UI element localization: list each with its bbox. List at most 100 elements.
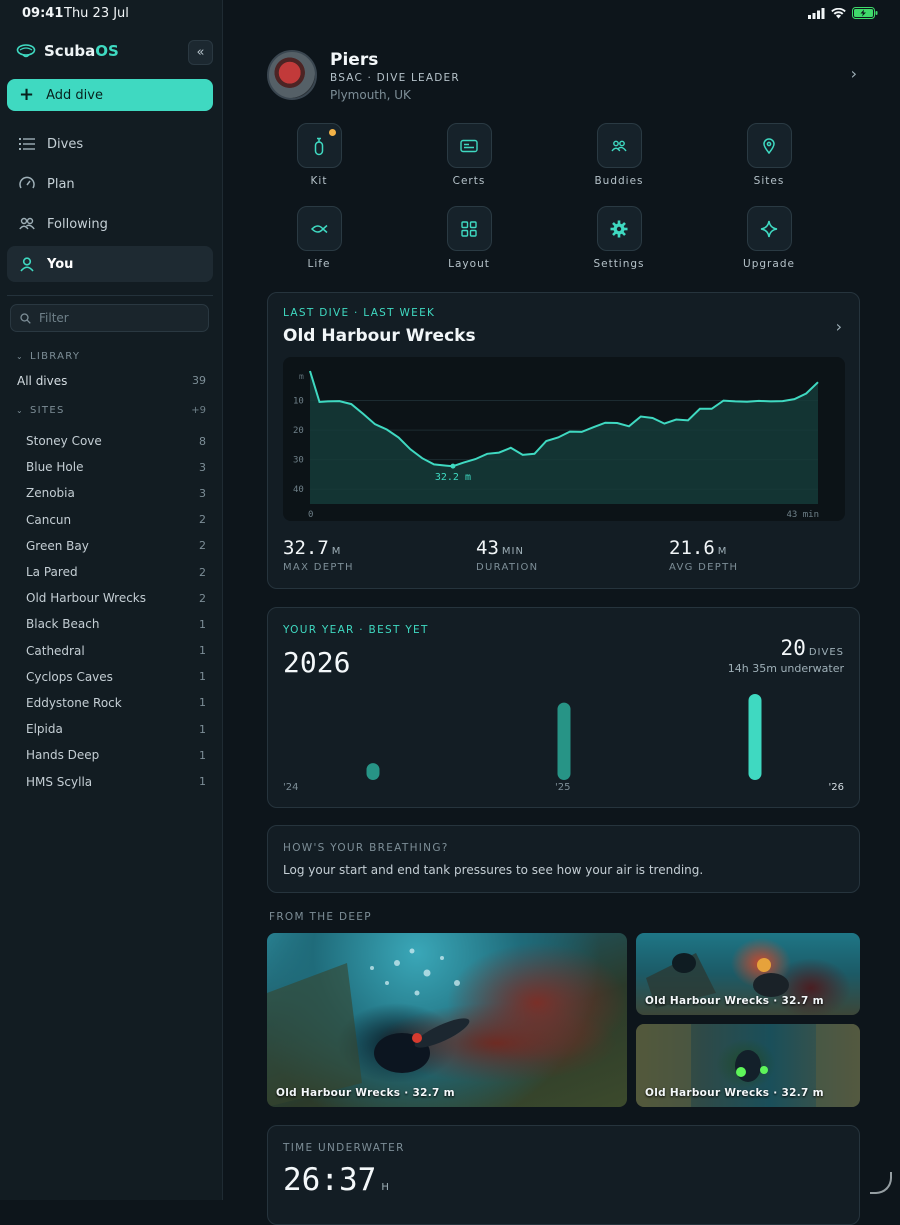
stat-unit: M (332, 546, 342, 557)
max-depth-point (450, 464, 455, 469)
site-name: Eddystone Rock (26, 696, 122, 710)
fish-icon (310, 223, 328, 235)
site-item[interactable]: Hands Deep1 (26, 742, 206, 768)
site-item[interactable]: Eddystone Rock 1 (26, 690, 206, 716)
tile-label: Certs (424, 175, 514, 187)
site-name: Cathedral (26, 644, 85, 658)
site-item[interactable]: Cancun2 (26, 507, 206, 533)
stat-label: MAX DEPTH (283, 562, 354, 573)
collapse-sidebar-button[interactable]: « (188, 40, 213, 65)
breathing-eyebrow: HOW'S YOUR BREATHING? (283, 842, 449, 854)
status-bar: 09:41 Thu 23 Jul (0, 0, 900, 28)
tile-layout[interactable]: Layout (424, 206, 514, 270)
tile-label: Kit (274, 175, 364, 187)
depth-chart-svg: m10203040043 min32.2 m (283, 357, 845, 521)
profile-name: Piers (330, 50, 378, 70)
site-item[interactable]: Stoney Cove8 (26, 428, 206, 454)
breathing-card[interactable]: HOW'S YOUR BREATHING? Log your start and… (267, 825, 860, 893)
site-item[interactable]: La Pared2 (26, 559, 206, 585)
sidebar-item-following[interactable]: Following (7, 206, 213, 242)
site-item[interactable]: Old Harbour Wrecks 2 (26, 585, 206, 611)
site-item[interactable]: Green Bay2 (26, 533, 206, 559)
tile-kit[interactable]: Kit (274, 123, 364, 187)
sites-list: Stoney Cove8Blue Hole3Zenobia3Cancun2Gre… (26, 428, 206, 795)
photo-caption: Old Harbour Wrecks · 32.7 m (645, 995, 824, 1007)
photo-top-right[interactable]: Old Harbour Wrecks · 32.7 m (636, 933, 860, 1015)
tile-sites[interactable]: Sites (724, 123, 814, 187)
last-dive-eyebrow: LAST DIVE · LAST WEEK (283, 307, 435, 319)
site-item[interactable]: Cathedral1 (26, 638, 206, 664)
sites-section-header[interactable]: ⌄ SITES +9 (16, 405, 206, 416)
depth-area (310, 371, 818, 504)
tile-buddies[interactable]: Buddies (574, 123, 664, 187)
all-dives-label: All dives (17, 374, 67, 388)
tile-certs[interactable]: Certs (424, 123, 514, 187)
tile-life[interactable]: Life (274, 206, 364, 270)
year-bar (558, 703, 571, 780)
time-underwater-card[interactable]: TIME UNDERWATER 26:37H (267, 1125, 860, 1225)
stat-duration: 43MIN DURATION (476, 537, 538, 573)
sidebar-nav: Dives Plan Following You (7, 126, 213, 286)
site-name: Hands Deep (26, 748, 99, 762)
tile-label: Settings (574, 258, 664, 270)
photo-caption: Old Harbour Wrecks · 32.7 m (276, 1087, 455, 1099)
app-name: ScubaOS (44, 42, 119, 60)
photo-caption: Old Harbour Wrecks · 32.7 m (645, 1087, 824, 1099)
add-dive-button[interactable]: + Add dive (7, 79, 213, 111)
your-year-card[interactable]: YOUR YEAR · BEST YET 2026 20DIVES 14h 35… (267, 607, 860, 808)
sidebar-item-you[interactable]: You (7, 246, 213, 282)
filter-input[interactable]: Filter (10, 304, 209, 332)
time-underwater-value: 26:37H (283, 1162, 389, 1198)
profile-header[interactable]: Piers BSAC · DIVE LEADER Plymouth, UK › (267, 50, 857, 102)
last-dive-card[interactable]: LAST DIVE · LAST WEEK Old Harbour Wrecks… (267, 292, 860, 589)
all-dives-item[interactable]: All dives 39 (17, 374, 206, 388)
cellular-signal-icon (808, 8, 825, 19)
chevron-right-icon: › (851, 64, 857, 83)
chevrons-left-icon: « (197, 45, 205, 60)
site-item[interactable]: Cyclops Caves1 (26, 664, 206, 690)
site-item[interactable]: HMS Scylla1 (26, 768, 206, 794)
site-name: Black Beach (26, 617, 99, 631)
site-name: Old Harbour Wrecks (26, 591, 146, 605)
site-count: 2 (199, 513, 206, 526)
stat-value: 32.7 (283, 537, 329, 559)
kit-badge-dot (329, 129, 336, 136)
photo-main[interactable]: Old Harbour Wrecks · 32.7 m (267, 933, 627, 1107)
sidebar-item-plan[interactable]: Plan (7, 166, 213, 202)
person-icon (19, 256, 35, 272)
site-item[interactable]: Blue Hole3 (26, 454, 206, 480)
year-bar (367, 763, 380, 780)
profile-location: Plymouth, UK (330, 88, 411, 102)
sites-more-count[interactable]: +9 (191, 405, 206, 416)
stat-unit: MIN (502, 546, 524, 557)
axis-label-26: '26 (829, 782, 844, 793)
photo-bottom-right[interactable]: Old Harbour Wrecks · 32.7 m (636, 1024, 860, 1107)
site-item[interactable]: Zenobia3 (26, 480, 206, 506)
time-separator: : (320, 1162, 339, 1198)
site-count: 1 (199, 775, 206, 788)
site-name: Cyclops Caves (26, 670, 113, 684)
main-content: Piers BSAC · DIVE LEADER Plymouth, UK › … (224, 0, 900, 1200)
app-brand[interactable]: ScubaOS (16, 42, 119, 60)
stat-avg-depth: 21.6M AVG DEPTH (669, 537, 738, 573)
sidebar: ScubaOS « + Add dive Dives Plan Followin… (0, 0, 223, 1200)
hours-unit: H (381, 1182, 389, 1193)
battery-charging-icon (852, 7, 878, 19)
site-count: 2 (199, 592, 206, 605)
site-count: 1 (199, 696, 206, 709)
site-item[interactable]: Elpida1 (26, 716, 206, 742)
tile-label: Layout (424, 258, 514, 270)
tile-upgrade[interactable]: Upgrade (724, 206, 814, 270)
stat-value: 21.6 (669, 537, 715, 559)
tile-settings[interactable]: Settings (574, 206, 664, 270)
site-name: Zenobia (26, 486, 75, 500)
chevron-down-icon: ⌄ (16, 406, 24, 415)
year-bars-chart (268, 608, 861, 809)
last-dive-title: Old Harbour Wrecks (283, 326, 476, 346)
sidebar-item-dives[interactable]: Dives (7, 126, 213, 162)
gauge-icon (19, 176, 35, 192)
library-section-header[interactable]: ⌄ LIBRARY (16, 351, 206, 362)
breathing-text: Log your start and end tank pressures to… (283, 863, 703, 877)
site-item[interactable]: Black Beach1 (26, 611, 206, 637)
stat-max-depth: 32.7M MAX DEPTH (283, 537, 354, 573)
